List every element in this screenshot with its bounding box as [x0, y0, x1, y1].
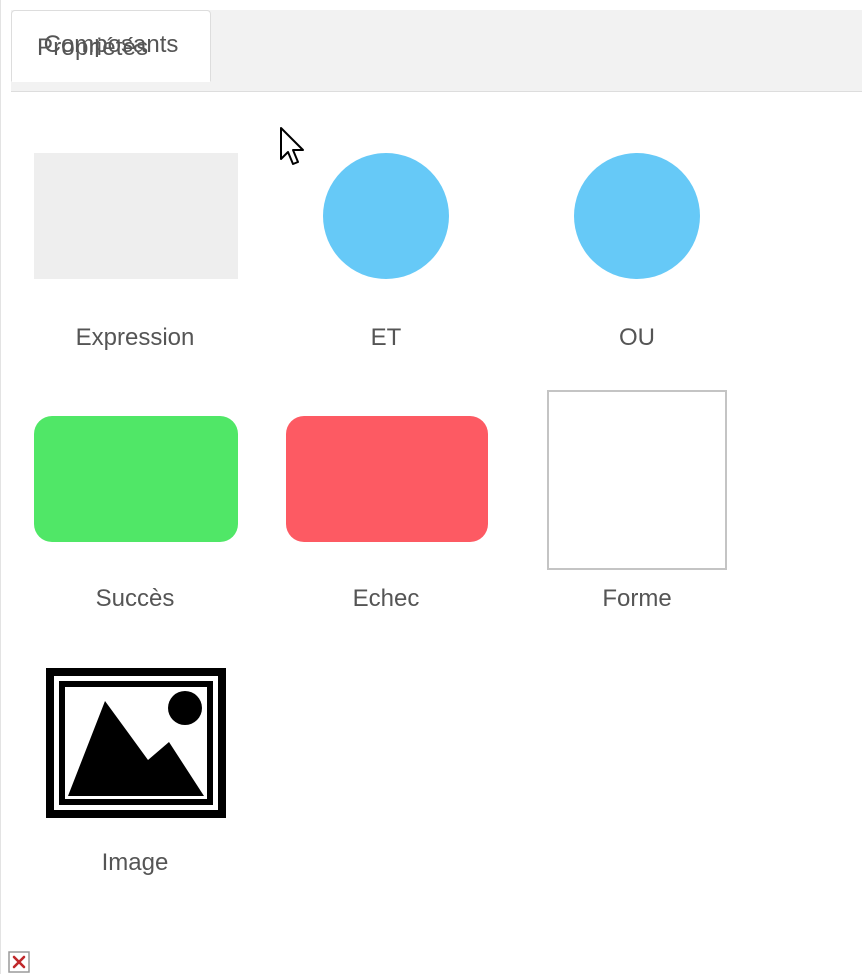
component-expression[interactable]: Expression [15, 130, 255, 370]
component-label: ET [370, 324, 402, 351]
component-image[interactable]: Image [15, 666, 255, 896]
tab-bar: Propriétés Composants [11, 10, 862, 92]
component-label: Echec [352, 585, 420, 612]
broken-image-icon [8, 951, 30, 973]
component-succes[interactable]: Succès [15, 388, 255, 628]
mouse-pointer-icon [280, 127, 304, 165]
et-circle-shape [323, 153, 449, 279]
component-label: Expression [75, 324, 195, 351]
echec-shape [286, 416, 488, 542]
component-forme[interactable]: Forme [517, 388, 757, 628]
component-label: OU [619, 324, 655, 351]
component-ou[interactable]: OU [517, 130, 757, 370]
image-icon [46, 668, 226, 818]
component-echec[interactable]: Echec [266, 388, 506, 628]
component-label: Succès [95, 585, 175, 612]
succes-shape [34, 416, 238, 542]
forme-shape [547, 390, 727, 570]
component-label: Image [101, 849, 169, 876]
ou-circle-shape [574, 153, 700, 279]
component-label: Forme [602, 585, 672, 612]
expression-shape [34, 153, 238, 279]
components-panel: Propriétés Composants Expression ET OU S… [0, 0, 862, 974]
tab-properties[interactable]: Propriétés [37, 34, 148, 62]
